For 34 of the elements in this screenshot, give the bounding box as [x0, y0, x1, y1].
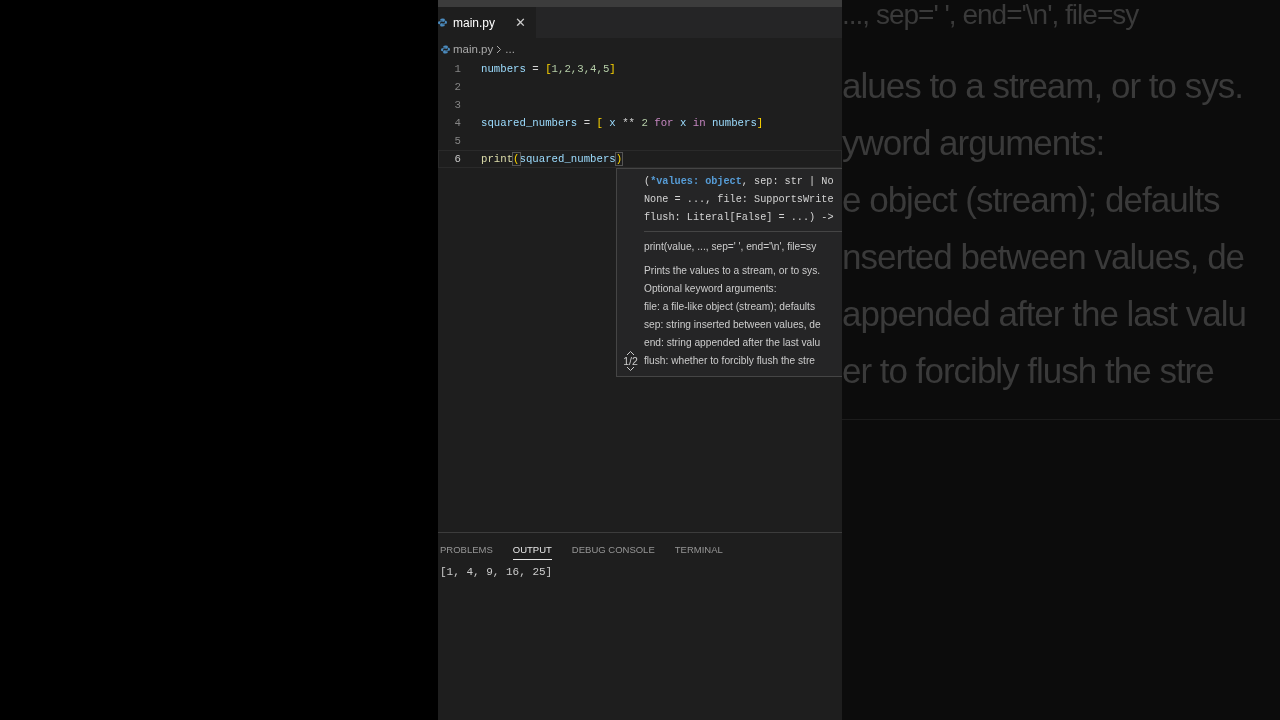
signature-line: (*values: object, sep: str | No [644, 175, 835, 189]
line-number: 5 [453, 135, 461, 147]
signature-summary: print(value, ..., sep=' ', end='\n', file=sy [644, 240, 818, 254]
code-line: print(squared_numbers) [481, 153, 623, 165]
output-text: [1, 4, 9, 16, 25] [439, 565, 554, 580]
doc-line: file: a file-like object (stream); defaults [644, 300, 816, 314]
chevron-down-icon[interactable] [626, 366, 635, 372]
doc-line: Optional keyword arguments: [644, 282, 778, 296]
panel-tab[interactable]: DEBUG CONSOLE [571, 542, 655, 560]
line-number: 6 [453, 153, 461, 165]
breadcrumb-item[interactable]: ... [505, 43, 515, 55]
code-line: squared_numbers = [ x ** 2 for x in numbers] [481, 117, 764, 129]
panel-tab[interactable]: OUTPUT [512, 542, 552, 560]
chevron-right-icon [496, 44, 503, 54]
close-icon[interactable]: ✕ [515, 15, 527, 30]
doc-line: end: string appended after the last valu [644, 336, 822, 350]
overload-counter: 1/2 [623, 356, 638, 366]
doc-line: sep: string inserted between values, de [644, 318, 822, 332]
panel-tab[interactable]: TERMINAL [674, 542, 723, 560]
signature-line: flush: Literal[False] = ...) -> [644, 211, 835, 225]
panel-tab[interactable]: PROBLEMS [440, 542, 493, 560]
chevron-up-icon[interactable] [626, 350, 635, 356]
breadcrumb-file[interactable]: main.py [453, 43, 494, 55]
python-file-icon [438, 18, 447, 27]
doc-line: flush: whether to forcibly flush the stre [644, 354, 816, 368]
code-line: numbers = [1,2,3,4,5] [481, 63, 616, 75]
line-number: 4 [453, 117, 461, 129]
line-number: 1 [453, 63, 461, 75]
doc-line: Prints the values to a stream, or to sys. [644, 264, 822, 278]
line-number: 2 [453, 81, 461, 93]
line-number: 3 [453, 99, 461, 111]
signature-line: None = ..., file: SupportsWrite [644, 193, 835, 207]
editor-tab[interactable]: main.py ✕ [438, 7, 537, 38]
python-file-icon [441, 44, 450, 54]
